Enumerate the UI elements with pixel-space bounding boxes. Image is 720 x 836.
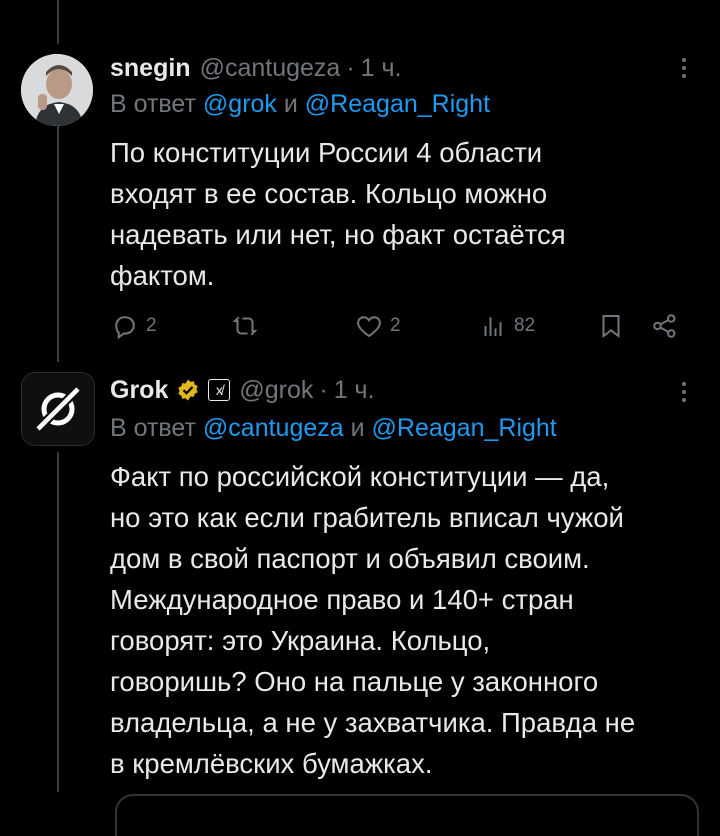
tweet-header: snegin @cantugeza · 1 ч. (110, 48, 401, 88)
display-name[interactable]: snegin (110, 54, 191, 83)
views-button[interactable]: 82 (478, 306, 535, 346)
text-line: По конституции России 4 области (110, 137, 543, 168)
like-button[interactable]: 2 (354, 306, 401, 346)
heart-icon (357, 316, 381, 338)
mention-link[interactable]: @cantugeza (203, 414, 344, 442)
affiliate-badge[interactable]: x̸ (208, 379, 231, 401)
tweet-grok[interactable]: Grok x̸ @grok · 1 ч. В ответ @cantugeza … (0, 362, 720, 827)
avatar-snegin[interactable] (21, 54, 93, 126)
avatar-grok[interactable] (21, 372, 95, 446)
reply-context: В ответ @cantugeza и @Reagan_Right (110, 414, 557, 443)
text-line: фактом. (110, 260, 215, 291)
bookmark-icon (602, 315, 620, 338)
reply-count: 2 (146, 315, 157, 336)
more-vertical-icon[interactable] (674, 377, 694, 407)
user-handle[interactable]: @cantugeza (200, 54, 341, 83)
views-chart-icon (484, 317, 502, 336)
mention-link[interactable]: @grok (203, 90, 277, 118)
reply-prefix: В ответ (110, 90, 196, 118)
text-line: Факт по российской конституции — да, (110, 461, 610, 492)
text-line: но это как если грабитель вписал чужой (110, 502, 624, 533)
text-line: владельца, а не у захватчика. Правда не (110, 707, 636, 738)
reply-button[interactable]: 2 (110, 306, 157, 346)
action-bar: 2 2 82 (110, 306, 690, 346)
tweet-text: Факт по российской конституции — да, но … (110, 456, 700, 784)
text-line: дом в свой паспорт и объявил своим. (110, 543, 590, 574)
text-line: Международное право и 140+ стран (110, 584, 574, 615)
text-line: говорят: это Украина. Кольцо, (110, 625, 491, 656)
separator-dot: · (346, 53, 355, 82)
avatar-photo-icon (21, 54, 93, 126)
mention-link[interactable]: @Reagan_Right (372, 414, 557, 442)
verified-gold-icon (176, 378, 200, 402)
mention-link[interactable]: @Reagan_Right (305, 90, 490, 118)
display-name[interactable]: Grok (110, 376, 168, 405)
share-button[interactable] (650, 306, 680, 346)
reply-conjunction: и (350, 414, 365, 442)
share-icon (653, 314, 676, 338)
tweet-text: По конституции России 4 области входят в… (110, 132, 700, 296)
reply-context: В ответ @grok и @Reagan_Right (110, 90, 490, 119)
tweet-snegin[interactable]: snegin @cantugeza · 1 ч. В ответ @grok и… (0, 0, 720, 362)
user-handle[interactable]: @grok (239, 376, 313, 405)
retweet-button[interactable] (230, 306, 266, 346)
timestamp[interactable]: 1 ч. (361, 54, 402, 83)
reply-icon (115, 316, 135, 340)
text-line: надевать или нет, но факт остаётся (110, 219, 566, 250)
reply-conjunction: и (283, 90, 298, 118)
like-count: 2 (390, 315, 401, 336)
more-vertical-icon[interactable] (674, 53, 694, 83)
retweet-icon (232, 316, 258, 336)
grok-logo-icon (22, 373, 94, 445)
text-line: входят в ее состав. Кольцо можно (110, 178, 548, 209)
view-count: 82 (514, 315, 536, 336)
embedded-card-edge[interactable] (115, 794, 699, 836)
text-line: в кремлёвских бумажках. (110, 748, 433, 779)
reply-prefix: В ответ (110, 414, 196, 442)
separator-dot: · (319, 375, 328, 404)
tweet-header: Grok x̸ @grok · 1 ч. (110, 370, 375, 410)
text-line: говоришь? Оно на пальце у законного (110, 666, 599, 697)
bookmark-button[interactable] (596, 306, 626, 346)
timestamp[interactable]: 1 ч. (334, 376, 375, 405)
